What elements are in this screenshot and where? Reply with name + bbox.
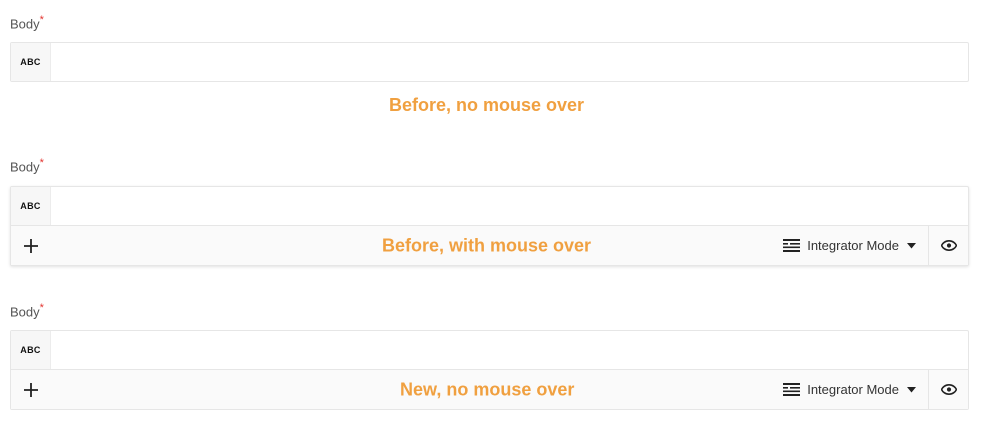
field-label-3: Body* bbox=[10, 302, 44, 319]
field-toolbar: New, no mouse over Integrator Mode bbox=[11, 369, 968, 409]
plus-icon[interactable] bbox=[11, 370, 51, 409]
field-label-1: Body* bbox=[10, 14, 44, 31]
body-input[interactable] bbox=[51, 187, 968, 225]
plus-icon[interactable] bbox=[11, 226, 51, 265]
body-input[interactable] bbox=[51, 43, 968, 81]
annotation-note: New, no mouse over bbox=[400, 379, 575, 399]
eye-icon[interactable] bbox=[928, 226, 968, 265]
required-mark: * bbox=[39, 157, 44, 169]
caret-down-icon bbox=[907, 242, 916, 249]
eye-icon[interactable] bbox=[928, 370, 968, 409]
mode-label: Integrator Mode bbox=[807, 238, 899, 253]
annotation-note: Before, no mouse over bbox=[389, 95, 585, 115]
annotation-note: Before, with mouse over bbox=[382, 235, 592, 255]
required-mark: * bbox=[39, 302, 44, 314]
body-input[interactable] bbox=[51, 331, 968, 369]
field-label-text: Body bbox=[10, 16, 40, 32]
lines-icon bbox=[783, 383, 801, 396]
field-label-text: Body bbox=[10, 304, 40, 320]
caret-down-icon bbox=[907, 386, 916, 393]
body-field-2: ABC Before, with mouse over Integrator M… bbox=[10, 186, 969, 266]
body-field-1: ABC bbox=[10, 42, 969, 82]
integrator-mode-dropdown[interactable]: Integrator Mode bbox=[775, 370, 928, 409]
text-type-badge: ABC bbox=[11, 187, 51, 225]
field-toolbar: Before, with mouse over Integrator Mode bbox=[11, 225, 968, 265]
body-field-3: ABC New, no mouse over Integrator Mode bbox=[10, 330, 969, 410]
text-type-badge: ABC bbox=[11, 43, 51, 81]
required-mark: * bbox=[39, 14, 44, 26]
integrator-mode-dropdown[interactable]: Integrator Mode bbox=[775, 226, 928, 265]
field-label-text: Body bbox=[10, 159, 40, 175]
text-type-badge: ABC bbox=[11, 331, 51, 369]
field-label-2: Body* bbox=[10, 157, 44, 174]
mode-label: Integrator Mode bbox=[807, 382, 899, 397]
lines-icon bbox=[783, 239, 801, 252]
